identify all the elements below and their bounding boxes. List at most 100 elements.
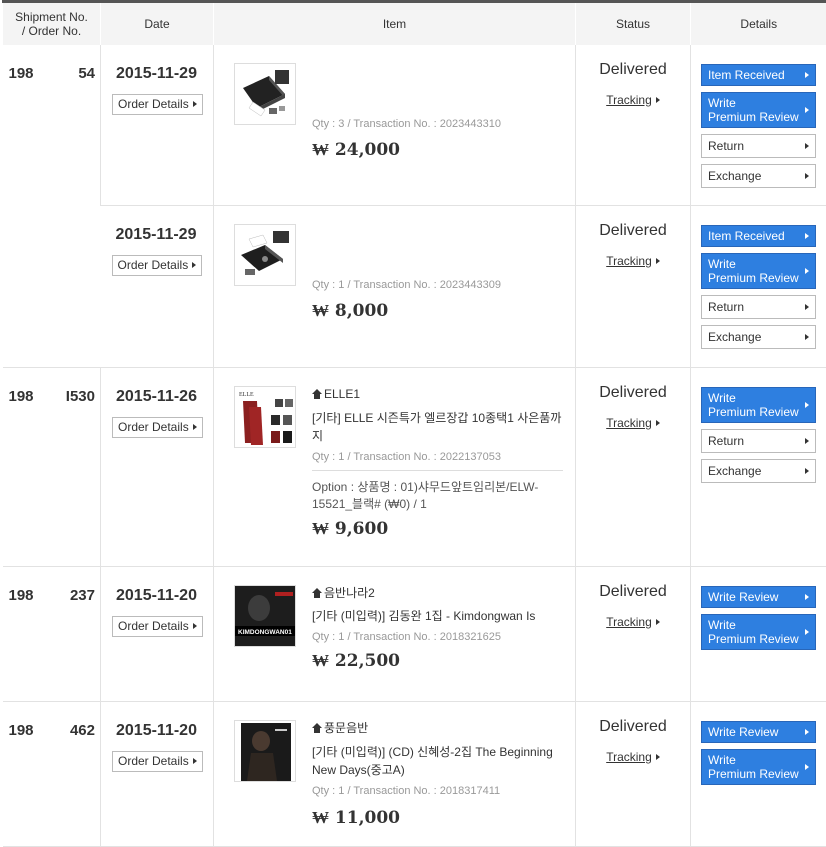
caret-right-icon [655,619,660,625]
caret-right-icon [805,233,809,239]
item-name[interactable]: [기타 (미입력)] 김동완 1집 - Kimdongwan Is [312,607,563,625]
tracking-link[interactable]: Tracking [606,93,652,107]
caret-right-icon [805,71,809,78]
caret-right-icon [655,754,660,760]
shipment-number-cell: 198 237 [2,566,101,702]
status-cell: Delivered Tracking [575,44,691,206]
product-thumbnail[interactable] [234,720,296,782]
order-details-button[interactable]: Order Details [112,751,203,772]
shop-name[interactable]: 음반나라2 [312,585,563,605]
status-cell: Delivered Tracking [575,701,691,847]
write-premium-review-button[interactable]: Write Premium Review [701,749,816,785]
item-name[interactable]: [기타] ELLE 시즌특가 엘르장갑 10종택1 사은품까지 [312,409,563,445]
table-row: 198 237 2015-11-20 Order Details KIMDONG… [2,566,826,702]
exchange-button[interactable]: Exchange [701,163,816,188]
order-date: 2015-11-20 [116,722,197,739]
caret-right-icon [655,96,660,103]
caret-right-icon [805,304,809,310]
order-date: 2015-11-29 [115,226,197,243]
caret-right-icon [805,594,809,600]
shipment-number: 198 [8,388,34,405]
caret-right-icon [805,172,809,179]
write-premium-review-button[interactable]: Write Premium Review [701,91,816,128]
exchange-button[interactable]: Exchange [701,325,816,349]
exchange-button[interactable]: Exchange [701,459,816,483]
tracking-link[interactable]: Tracking [606,254,652,268]
write-premium-review-button[interactable]: Write Premium Review [701,387,816,423]
item-option: Option : 상품명 : 01)샤무드앞트임리본/ELW-15521_블랙#… [312,470,563,513]
status-label: Delivered [599,583,667,600]
thumbnail-album-text: KIMDONGWAN01 [238,629,292,636]
calendar-box-image-icon [235,63,295,124]
product-thumbnail[interactable]: KIMDONGWAN01 [234,585,296,647]
calendar-box-image-icon [235,225,295,285]
item-cell: KIMDONGWAN01 음반나라2 [기타 (미입력)] 김동완 1집 - K… [213,566,576,702]
header-item: Item [213,1,576,45]
date-cell: 2015-11-26 Order Details [100,367,214,567]
details-cell: Write Premium Review Return Exchange [690,367,826,567]
header-date: Date [100,1,214,45]
album-cover-image-icon [235,721,295,781]
return-button[interactable]: Return [701,295,816,319]
caret-right-icon [805,106,809,113]
date-cell: 2015-11-20 Order Details [100,566,214,702]
return-button[interactable]: Return [701,133,816,158]
status-cell: Delivered Tracking [575,205,691,368]
caret-right-icon [805,334,809,340]
tracking-link[interactable]: Tracking [606,615,652,629]
quantity-transaction: Qty : 1 / Transaction No. : 2023443309 [312,279,501,291]
caret-right-icon [805,629,809,635]
caret-right-icon [805,468,809,474]
return-button[interactable]: Return [701,429,816,453]
status-cell: Delivered Tracking [575,367,691,567]
shipment-number-cell: 198 54 [2,44,101,368]
order-details-button[interactable]: Order Details [111,255,203,276]
product-thumbnail[interactable] [234,224,296,286]
write-premium-review-button[interactable]: Write Premium Review [701,253,816,289]
item-name[interactable]: [기타 (미입력)] (CD) 신혜성-2집 The Beginning New… [312,743,563,779]
item-received-button[interactable]: Item Received [701,225,816,247]
status-cell: Delivered Tracking [575,566,691,702]
tracking-link[interactable]: Tracking [606,750,652,764]
item-price: ₩ 24,000 [312,139,400,160]
shop-name[interactable]: ELLE1 [312,386,563,406]
home-icon [312,723,322,733]
date-cell: 2015-11-29 Order Details [100,44,214,206]
caret-right-icon [192,100,197,107]
write-review-button[interactable]: Write Review [701,586,816,608]
table-row: 198 I530 2015-11-26 Order Details ELLE E… [2,367,826,567]
order-number: 462 [69,722,95,739]
table-header-row: Shipment No. / Order No. Date Item Status… [2,1,826,45]
details-cell: Item Received Write Premium Review Return… [690,44,826,206]
shipment-number: 198 [8,587,34,604]
caret-right-icon [805,142,809,149]
home-icon [312,588,322,598]
write-review-button[interactable]: Write Review [701,721,816,743]
product-thumbnail[interactable] [234,62,296,125]
status-label: Delivered [599,718,667,735]
order-details-button[interactable]: Order Details [112,93,203,115]
item-cell: 풍문음반 [기타 (미입력)] (CD) 신혜성-2집 The Beginnin… [213,701,576,847]
product-thumbnail[interactable]: ELLE [234,386,296,448]
shipment-number: 198 [8,64,34,82]
shop-name[interactable]: 풍문음반 [312,720,563,740]
status-label: Delivered [599,384,667,401]
write-premium-review-button[interactable]: Write Premium Review [701,614,816,650]
item-cell: ELLE ELLE1 [기타] ELLE 시즌특가 엘르장갑 10종택1 사은품… [213,367,576,567]
details-cell: Write Review Write Premium Review [690,701,826,847]
caret-right-icon [805,764,809,770]
order-details-button[interactable]: Order Details [112,417,203,438]
order-details-button[interactable]: Order Details [112,616,203,637]
item-received-button[interactable]: Item Received [701,63,816,86]
tracking-link[interactable]: Tracking [606,416,652,430]
item-price: ₩ 9,600 [312,519,389,539]
quantity-transaction: Qty : 1 / Transaction No. : 2018321625 [312,631,501,643]
album-cover-image-icon: KIMDONGWAN01 [235,586,295,646]
item-cell: Qty : 3 / Transaction No. : 2023443310 ₩… [213,44,576,206]
caret-right-icon [192,262,197,268]
caret-right-icon [805,729,809,735]
order-date: 2015-11-29 [116,64,197,82]
item-price: ₩ 8,000 [312,301,389,321]
details-cell: Write Review Write Premium Review [690,566,826,702]
caret-right-icon [655,258,660,264]
